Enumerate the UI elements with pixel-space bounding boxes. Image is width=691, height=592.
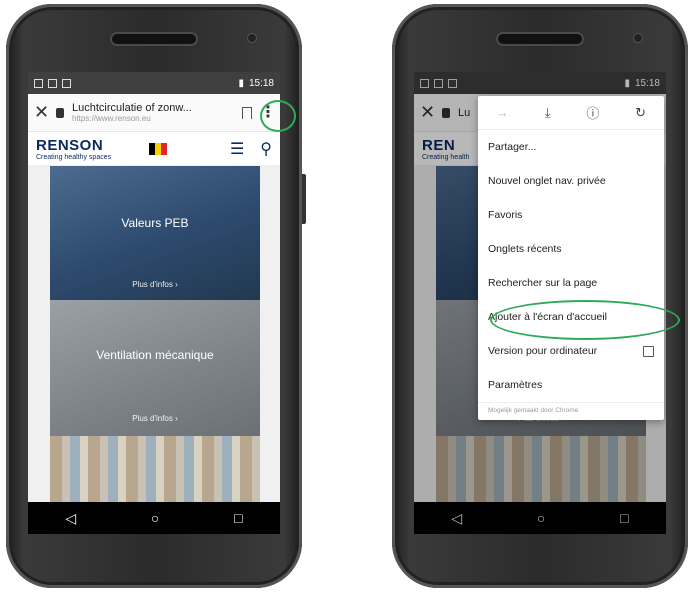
renson-logo[interactable]: RENSON Creating healthy spaces bbox=[36, 137, 111, 161]
page-title: Luchtcirculatie of zonw... bbox=[72, 102, 192, 114]
lock-icon bbox=[56, 107, 64, 118]
clock: 15:18 bbox=[248, 77, 274, 89]
browser-toolbar: ✕ Luchtcirculatie of zonw... https://www… bbox=[28, 94, 280, 132]
bookmark-icon[interactable] bbox=[242, 106, 252, 119]
language-flag-icon[interactable] bbox=[149, 142, 168, 155]
front-camera bbox=[634, 34, 642, 42]
menu-item-share[interactable]: Partager... bbox=[478, 130, 664, 164]
menu-item-settings[interactable]: Paramètres bbox=[478, 368, 664, 402]
page-url: https://www.renson.eu bbox=[72, 114, 151, 123]
highlight-circle-add-to-home bbox=[490, 300, 680, 340]
menu-item-incognito-tab[interactable]: Nouvel onglet nav. privée bbox=[478, 164, 664, 198]
hamburger-menu-icon[interactable]: ☰ bbox=[230, 139, 244, 159]
status-bar: ▮ 15:18 bbox=[28, 72, 280, 94]
menu-item-find-in-page[interactable]: Rechercher sur la page bbox=[478, 266, 664, 300]
tutorial-stage: ▮ 15:18 ✕ Luchtcirculatie of zonw... htt… bbox=[0, 0, 691, 592]
phone-right: ▮ 15:18 ✕ Lu REN Creating health ◁ ○ □ →… bbox=[392, 4, 688, 588]
phone-screen-left: ▮ 15:18 ✕ Luchtcirculatie of zonw... htt… bbox=[28, 72, 280, 534]
tile-title: Ventilation mécanique bbox=[96, 348, 214, 362]
speaker-grille bbox=[498, 34, 582, 44]
header-actions: ☰ ⚲ bbox=[230, 139, 272, 159]
menu-item-bookmarks[interactable]: Favoris bbox=[478, 198, 664, 232]
front-camera bbox=[248, 34, 256, 42]
site-header: RENSON Creating healthy spaces ☰ ⚲ bbox=[28, 132, 280, 166]
download-icon[interactable]: ⤓ bbox=[545, 105, 551, 121]
forward-icon[interactable]: → bbox=[496, 105, 509, 120]
tile-title: Valeurs PEB bbox=[121, 216, 189, 230]
reload-icon[interactable]: ↻ bbox=[635, 105, 646, 121]
page-content: Valeurs PEB Plus d'infos › Ventilation m… bbox=[28, 166, 280, 516]
menu-footer: Mogelijk gemaakt door Chrome bbox=[478, 402, 664, 420]
menu-item-recent-tabs[interactable]: Onglets récents bbox=[478, 232, 664, 266]
omnibox[interactable]: Luchtcirculatie of zonw... https://www.r… bbox=[72, 102, 234, 123]
battery-icon: ▮ bbox=[238, 77, 244, 89]
system-icons: ▮ 15:18 bbox=[238, 78, 274, 89]
tile-ventilation[interactable]: Ventilation mécanique Plus d'infos › bbox=[50, 300, 260, 436]
more-info-link[interactable]: Plus d'infos › bbox=[50, 414, 260, 423]
back-icon[interactable]: ◁ bbox=[65, 510, 76, 527]
close-tab-icon[interactable]: ✕ bbox=[34, 102, 49, 123]
volume-button bbox=[302, 174, 306, 224]
more-info-link[interactable]: Plus d'infos › bbox=[50, 280, 260, 289]
speaker-grille bbox=[112, 34, 196, 44]
notification-icons bbox=[34, 78, 71, 88]
menu-action-row: → ⤓ ⓘ ↻ bbox=[478, 96, 664, 130]
android-nav-bar: ◁ ○ □ bbox=[28, 502, 280, 534]
highlight-circle-menu bbox=[260, 100, 296, 132]
chrome-overflow-menu: → ⤓ ⓘ ↻ Partager... Nouvel onglet nav. p… bbox=[478, 96, 664, 420]
search-icon[interactable]: ⚲ bbox=[260, 139, 272, 159]
tile-valeurs-peb[interactable]: Valeurs PEB Plus d'infos › bbox=[50, 166, 260, 300]
info-icon[interactable]: ⓘ bbox=[586, 103, 599, 122]
recents-icon[interactable]: □ bbox=[234, 510, 242, 526]
phone-left: ▮ 15:18 ✕ Luchtcirculatie of zonw... htt… bbox=[6, 4, 306, 588]
desktop-site-checkbox[interactable] bbox=[643, 345, 654, 357]
home-icon[interactable]: ○ bbox=[151, 510, 159, 526]
desktop-site-label: Version pour ordinateur bbox=[488, 345, 598, 357]
